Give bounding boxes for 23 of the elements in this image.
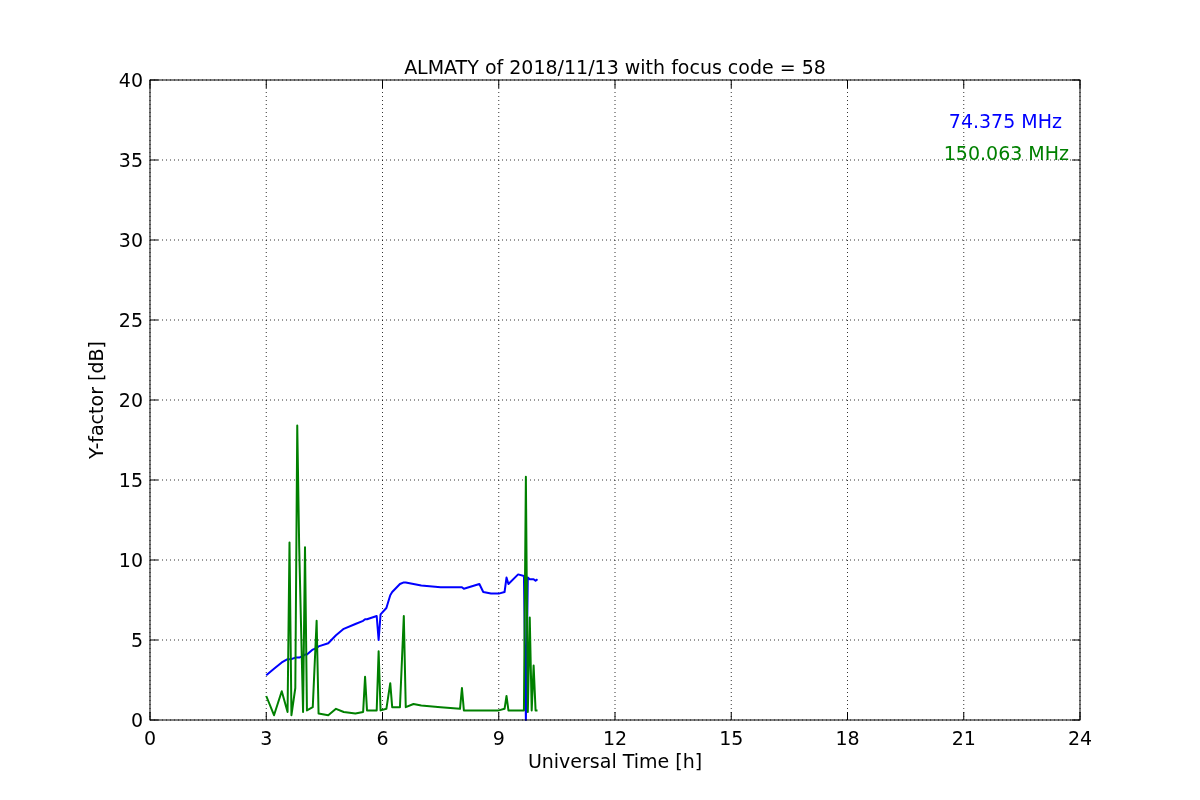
tick-label: 18: [835, 727, 860, 749]
tick-label: 40: [118, 69, 143, 91]
chart-title: ALMATY of 2018/11/13 with focus code = 58: [404, 56, 826, 78]
series-label: 150.063 MHz: [943, 142, 1069, 164]
tick-label: 9: [492, 727, 505, 749]
tick-label: 5: [130, 629, 143, 651]
x-axis-label: Universal Time [h]: [527, 750, 703, 772]
tick-label: 35: [118, 149, 143, 171]
tick-label: 0: [130, 709, 143, 731]
tick-label: 15: [719, 727, 744, 749]
tick-label: 3: [260, 727, 273, 749]
tick-label: 15: [118, 469, 143, 491]
tick-label: 6: [376, 727, 389, 749]
tick-label: 30: [118, 229, 143, 251]
tick-label: 12: [602, 727, 628, 749]
y-axis-label: Y-factor [dB]: [85, 341, 107, 459]
tick-label: 20: [118, 389, 143, 411]
tick-label: 0: [143, 727, 157, 749]
tick-label: 21: [951, 727, 976, 749]
tick-label: 24: [1067, 727, 1093, 749]
tick-label: 25: [118, 309, 143, 331]
series-label: 74.375 MHz: [948, 110, 1062, 132]
tick-label: 10: [118, 549, 143, 571]
